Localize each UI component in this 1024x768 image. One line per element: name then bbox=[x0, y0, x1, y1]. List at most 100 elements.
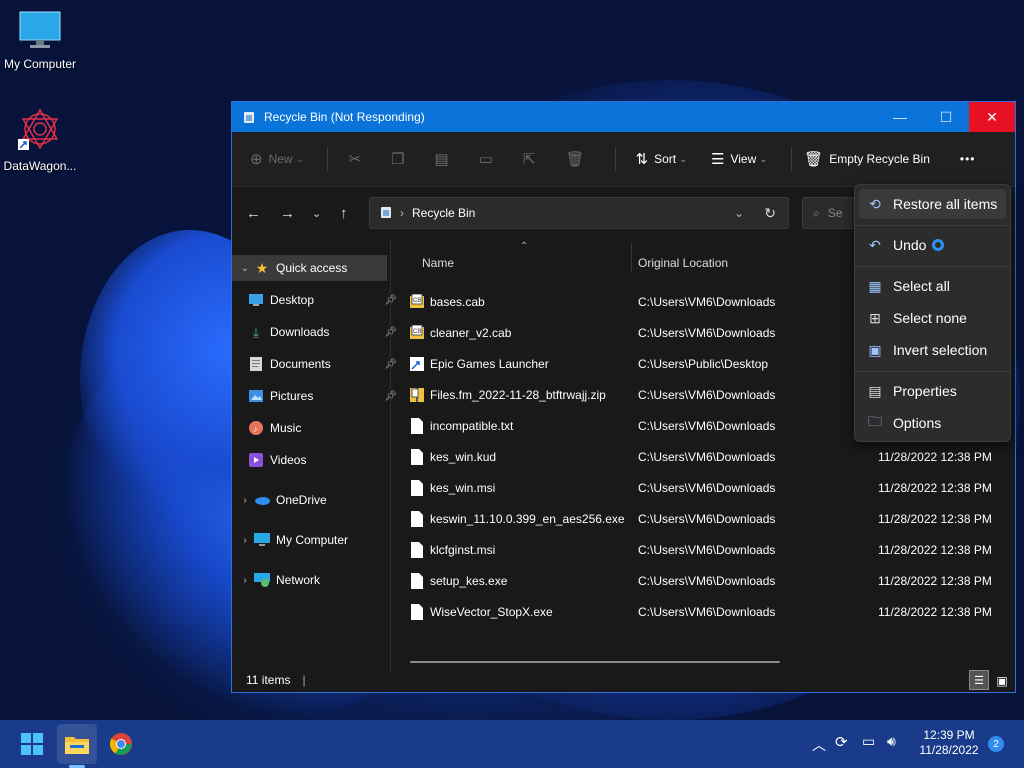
start-button[interactable] bbox=[12, 724, 52, 764]
music-icon: ♪ bbox=[248, 420, 264, 436]
divider bbox=[327, 147, 329, 171]
column-label: Original Location bbox=[638, 256, 729, 270]
rename-button[interactable]: ▭ bbox=[479, 150, 499, 168]
sync-icon[interactable]: ⟳ bbox=[835, 733, 848, 751]
menu-item-undo[interactable]: ↶ Undo bbox=[859, 230, 1006, 260]
cut-button[interactable]: ✂ bbox=[348, 150, 367, 168]
network-tray-icon[interactable]: ▭ bbox=[862, 733, 875, 750]
back-arrow-icon[interactable]: ← bbox=[246, 205, 261, 222]
desktop-icon-label: My Computer bbox=[3, 57, 77, 71]
command-bar: ⊕ New ⌄ ✂ ❐ ▤ ▭ ⇱ 🗑︎ ⇅ Sort ⌄ ☰ View ⌄ 🗑︎ Em… bbox=[232, 132, 1015, 187]
refresh-icon[interactable]: ↻ bbox=[764, 205, 776, 222]
copy-button[interactable]: ❐ bbox=[391, 150, 410, 168]
menu-item-properties[interactable]: ▤ Properties bbox=[859, 376, 1006, 406]
expand-chevron-icon[interactable]: › bbox=[236, 495, 254, 506]
taskbar-app-file-explorer[interactable] bbox=[57, 724, 97, 764]
clock[interactable]: 12:39 PM 11/28/2022 bbox=[916, 728, 982, 758]
navigation-pane: ⌄ ★ Quick access Desktop 📌︎ ⤓ Downloads … bbox=[232, 241, 397, 671]
breadcrumb-separator-icon: › bbox=[400, 206, 404, 220]
table-row[interactable]: setup_kes.exe C:\Users\VM6\Downloads 11/… bbox=[392, 565, 1012, 596]
status-divider: | bbox=[302, 673, 306, 687]
horizontal-scrollbar[interactable] bbox=[410, 661, 780, 663]
sort-icon: ⇅ bbox=[635, 151, 649, 168]
chevron-down-icon[interactable]: ⌄ bbox=[734, 206, 744, 220]
taskbar-app-chrome[interactable] bbox=[101, 724, 141, 764]
divider bbox=[614, 147, 616, 171]
paste-button[interactable]: ▤ bbox=[435, 150, 455, 168]
svg-text:CB: CB bbox=[413, 298, 421, 304]
up-arrow-icon[interactable]: ↑ bbox=[340, 205, 348, 222]
menu-item-restore-all[interactable]: ⟲ Restore all items bbox=[859, 189, 1006, 219]
nav-item-desktop[interactable]: Desktop 📌︎ bbox=[232, 287, 403, 313]
menu-item-options[interactable]: 🗀︎ Options bbox=[859, 408, 1006, 438]
select-none-icon: ⊞ bbox=[869, 309, 881, 326]
nav-item-pictures[interactable]: Pictures 📌︎ bbox=[232, 383, 403, 409]
column-divider[interactable] bbox=[631, 243, 632, 273]
more-options-button[interactable]: ••• bbox=[960, 152, 976, 166]
nav-item-documents[interactable]: Documents 📌︎ bbox=[232, 351, 403, 377]
table-row[interactable]: klcfginst.msi C:\Users\VM6\Downloads 11/… bbox=[392, 534, 1012, 565]
forward-arrow-icon[interactable]: → bbox=[280, 205, 295, 222]
desktop-icon-my-computer[interactable]: My Computer bbox=[0, 10, 80, 71]
windows-logo-icon bbox=[21, 733, 43, 755]
nav-item-downloads[interactable]: ⤓ Downloads 📌︎ bbox=[232, 319, 403, 345]
nav-item-onedrive[interactable]: › OneDrive bbox=[232, 487, 387, 513]
new-button[interactable]: ⊕ New ⌄ bbox=[250, 150, 303, 168]
nav-item-music[interactable]: ♪ Music bbox=[232, 415, 403, 441]
recent-locations-chevron-icon[interactable]: ⌄ bbox=[312, 207, 321, 220]
menu-item-select-all[interactable]: ▦ Select all bbox=[859, 271, 1006, 301]
empty-recycle-bin-button[interactable]: 🗑︎ Empty Recycle Bin bbox=[804, 150, 930, 168]
maximize-button[interactable]: ☐ bbox=[923, 102, 969, 132]
table-row[interactable]: kes_win.msi C:\Users\VM6\Downloads 11/28… bbox=[392, 472, 1012, 503]
clock-date: 11/28/2022 bbox=[919, 743, 979, 757]
column-header-original-location[interactable]: Original Location bbox=[638, 251, 728, 275]
menu-divider bbox=[855, 371, 1010, 372]
share-button[interactable]: ⇱ bbox=[523, 150, 542, 168]
menu-item-label: Select all bbox=[893, 278, 950, 294]
address-bar[interactable]: › Recycle Bin ⌄ ↻ bbox=[369, 197, 789, 229]
new-label: New bbox=[268, 152, 293, 166]
empty-recycle-bin-label: Empty Recycle Bin bbox=[829, 152, 930, 166]
sort-button[interactable]: ⇅ Sort ⌄ bbox=[636, 150, 687, 168]
table-row[interactable]: kes_win.kud C:\Users\VM6\Downloads 11/28… bbox=[392, 441, 1012, 472]
file-name: keswin_11.10.0.399_en_aes256.exe bbox=[430, 511, 625, 526]
select-all-icon: ▦ bbox=[868, 277, 882, 294]
expand-chevron-icon[interactable]: › bbox=[236, 535, 254, 546]
options-icon: 🗀︎ bbox=[868, 413, 882, 429]
delete-button[interactable]: 🗑︎ bbox=[565, 150, 590, 168]
details-view-icon[interactable]: ☰ bbox=[969, 670, 989, 690]
chevron-down-icon: ⌄ bbox=[295, 153, 304, 164]
file-location: C:\Users\VM6\Downloads bbox=[638, 542, 776, 557]
table-row[interactable]: keswin_11.10.0.399_en_aes256.exe C:\User… bbox=[392, 503, 1012, 534]
search-input[interactable]: ⌕ Se bbox=[802, 197, 862, 229]
expand-chevron-icon[interactable]: › bbox=[236, 575, 254, 586]
scissors-icon: ✂ bbox=[348, 151, 362, 168]
nav-item-quick-access[interactable]: ⌄ ★ Quick access bbox=[232, 255, 387, 281]
menu-item-select-none[interactable]: ⊞ Select none bbox=[859, 303, 1006, 333]
copy-icon: ❐ bbox=[391, 151, 405, 168]
large-icons-view-icon[interactable]: ▣ bbox=[993, 672, 1011, 690]
title-bar[interactable]: Recycle Bin (Not Responding) — ☐ ✕ bbox=[232, 102, 1015, 132]
show-hidden-icons-chevron-icon[interactable]: ︿ bbox=[812, 735, 826, 755]
datawagon-shortcut-icon bbox=[0, 106, 80, 155]
breadcrumb[interactable]: Recycle Bin bbox=[412, 206, 475, 220]
nav-item-videos[interactable]: Videos bbox=[232, 447, 403, 473]
file-location: C:\Users\VM6\Downloads bbox=[638, 573, 776, 588]
desktop-icon-datawagon[interactable]: DataWagon... bbox=[0, 106, 80, 173]
column-label: Name bbox=[422, 256, 455, 270]
table-row[interactable]: WiseVector_StopX.exe C:\Users\VM6\Downlo… bbox=[392, 596, 1012, 627]
view-label: View bbox=[730, 152, 757, 166]
notification-badge[interactable]: 2 bbox=[988, 736, 1004, 752]
file-location: C:\Users\VM6\Downloads bbox=[638, 449, 776, 464]
videos-icon bbox=[248, 452, 264, 468]
expand-chevron-icon[interactable]: ⌄ bbox=[236, 263, 254, 274]
svg-text:♪: ♪ bbox=[253, 424, 258, 434]
close-button[interactable]: ✕ bbox=[969, 102, 1015, 132]
view-button[interactable]: ☰ View ⌄ bbox=[711, 150, 767, 168]
nav-item-my-computer[interactable]: › My Computer bbox=[232, 527, 387, 553]
nav-item-network[interactable]: › Network bbox=[232, 567, 387, 593]
volume-icon[interactable]: 🔊︎ bbox=[887, 733, 896, 750]
column-header-name[interactable]: Name bbox=[422, 251, 454, 275]
minimize-button[interactable]: — bbox=[877, 102, 923, 132]
menu-item-invert-selection[interactable]: ▣ Invert selection bbox=[859, 335, 1006, 365]
